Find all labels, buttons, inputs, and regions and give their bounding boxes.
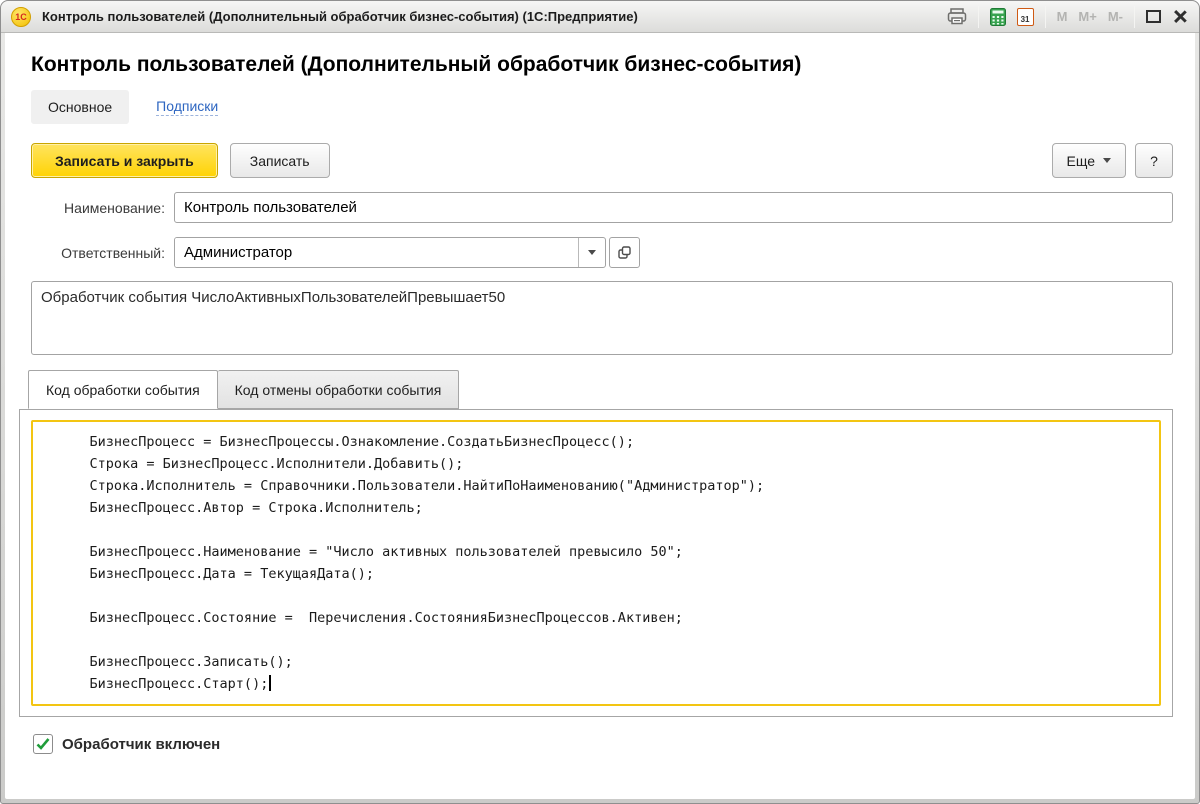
page-title: Контроль пользователей (Дополнительный о… bbox=[31, 53, 802, 76]
window-title: Контроль пользователей (Дополнительный о… bbox=[42, 9, 638, 24]
command-bar-right: Еще ? bbox=[1051, 143, 1173, 178]
description-textarea[interactable]: Обработчик события ЧислоАктивныхПользова… bbox=[31, 281, 1173, 355]
close-icon bbox=[1172, 9, 1187, 24]
close-button[interactable] bbox=[1172, 9, 1187, 24]
chevron-down-icon bbox=[1103, 158, 1111, 163]
handler-enabled-label[interactable]: Обработчик включен bbox=[62, 736, 220, 753]
nav-item-subscriptions[interactable]: Подписки bbox=[156, 98, 219, 116]
responsible-field-label: Ответственный: bbox=[61, 244, 165, 261]
name-field-row: Наименование: bbox=[31, 192, 1173, 223]
name-field-label: Наименование: bbox=[64, 199, 165, 216]
code-editor[interactable]: БизнесПроцесс = БизнесПроцессы.Ознакомле… bbox=[31, 420, 1161, 706]
nav-panel: Основное Подписки bbox=[31, 90, 1173, 124]
maximize-icon bbox=[1146, 10, 1161, 23]
tab-event-code[interactable]: Код обработки события bbox=[28, 370, 218, 409]
code-line: БизнесПроцесс.Состояние = Перечисления.С… bbox=[57, 610, 683, 626]
responsible-dropdown-button[interactable] bbox=[578, 238, 605, 267]
form-content: Контроль пользователей (Дополнительный о… bbox=[5, 33, 1195, 799]
code-line: Строка = БизнесПроцесс.Исполнители.Добав… bbox=[57, 456, 464, 472]
help-button[interactable]: ? bbox=[1135, 143, 1173, 178]
handler-enabled-row: Обработчик включен bbox=[33, 734, 1173, 754]
memory-add-button[interactable]: M+ bbox=[1078, 9, 1096, 24]
open-link-icon bbox=[618, 246, 631, 259]
code-tab-panel: БизнесПроцесс = БизнесПроцессы.Ознакомле… bbox=[19, 409, 1173, 717]
code-line: БизнесПроцесс.Записать(); bbox=[57, 654, 293, 670]
titlebar: 1С Контроль пользователей (Дополнительны… bbox=[1, 1, 1199, 33]
memory-subtract-button[interactable]: M- bbox=[1108, 9, 1123, 24]
more-button[interactable]: Еще bbox=[1051, 143, 1126, 178]
maximize-button[interactable] bbox=[1146, 10, 1161, 23]
titlebar-icons: 31 M M+ M- bbox=[947, 5, 1187, 28]
nav-item-main[interactable]: Основное bbox=[31, 90, 130, 124]
1c-logo-icon: 1С bbox=[11, 6, 31, 27]
more-button-label: Еще bbox=[1066, 152, 1096, 169]
calculator-icon[interactable] bbox=[989, 7, 1006, 26]
chevron-down-icon bbox=[588, 250, 596, 255]
titlebar-separator bbox=[1044, 5, 1046, 28]
memory-recall-button[interactable]: M bbox=[1057, 9, 1068, 24]
code-line: БизнесПроцесс.Наименование = "Число акти… bbox=[57, 544, 683, 560]
handler-enabled-checkbox[interactable] bbox=[33, 734, 53, 754]
calendar-icon[interactable]: 31 bbox=[1016, 7, 1034, 26]
checkmark-icon bbox=[36, 738, 50, 750]
name-input[interactable] bbox=[174, 192, 1173, 223]
code-line: БизнесПроцесс = БизнесПроцессы.Ознакомле… bbox=[57, 434, 635, 450]
responsible-combo bbox=[174, 237, 606, 268]
titlebar-separator bbox=[977, 5, 979, 28]
save-button[interactable]: Записать bbox=[229, 143, 330, 178]
titlebar-separator bbox=[1134, 5, 1135, 28]
code-line: Строка.Исполнитель = Справочники.Пользов… bbox=[57, 478, 765, 494]
responsible-field-row: Ответственный: bbox=[31, 237, 1173, 268]
code-line: БизнесПроцесс.Дата = ТекущаяДата(); bbox=[57, 566, 374, 582]
code-line: БизнесПроцесс.Старт(); bbox=[57, 673, 1151, 695]
code-tabs: Код обработки события Код отмены обработ… bbox=[19, 370, 1173, 409]
responsible-input[interactable] bbox=[175, 238, 578, 267]
save-and-close-button[interactable]: Записать и закрыть bbox=[31, 143, 218, 178]
command-bar: Записать и закрыть Записать Еще ? bbox=[31, 143, 1173, 178]
tab-cancel-event-code[interactable]: Код отмены обработки события bbox=[217, 370, 460, 409]
responsible-open-button[interactable] bbox=[609, 237, 640, 268]
code-line: БизнесПроцесс.Автор = Строка.Исполнитель… bbox=[57, 500, 423, 516]
app-window: 1С Контроль пользователей (Дополнительны… bbox=[0, 0, 1200, 804]
calendar-icon-day: 31 bbox=[1020, 14, 1030, 24]
print-icon[interactable] bbox=[947, 8, 967, 25]
